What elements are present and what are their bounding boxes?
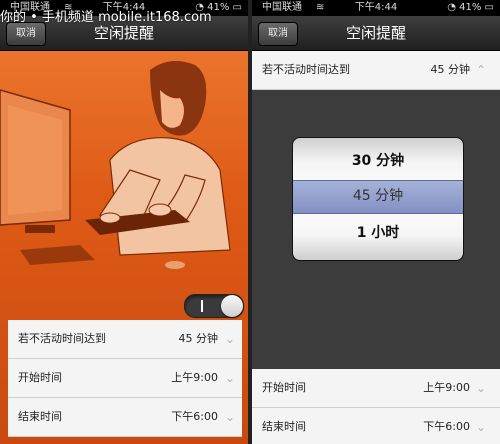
person-at-computer-illustration <box>0 61 231 269</box>
idle-reminder-toggle[interactable] <box>184 294 244 318</box>
row-label: 开始时间 <box>262 381 306 394</box>
picker-option[interactable]: 1 小时 <box>293 214 463 252</box>
left-screen: 中国联通 ≋ 下午4:44 ◔ 41% ▭ 取消 空闲提醒 若不活动时间达到 4… <box>0 0 248 444</box>
row-value: 45 分钟 <box>178 332 219 345</box>
battery-icon: ▭ <box>232 2 242 13</box>
row-value: 上午9:00 <box>423 381 470 394</box>
watermark: 你的 • 手机频道 mobile.it168.com <box>0 10 212 25</box>
row-value: 下午6:00 <box>423 420 470 433</box>
lock-icon: ◔ <box>447 2 456 13</box>
app-screenshot: 你的 • 手机频道 mobile.it168.com 中国联通 ≋ 下午4:44… <box>0 0 500 444</box>
status-bar: 中国联通 ≋ 下午4:44 ◔ 41% ▭ <box>252 0 500 16</box>
list-item-inactive-duration[interactable]: 若不活动时间达到 45 分钟 ⌄ <box>8 320 242 359</box>
chevron-up-icon: ⌃ <box>475 63 486 77</box>
row-value: 下午6:00 <box>171 410 218 423</box>
chevron-down-icon: ⌄ <box>224 332 235 346</box>
list-item-end-time[interactable]: 结束时间 下午6:00 ⌄ <box>252 408 500 444</box>
right-screen: 中国联通 ≋ 下午4:44 ◔ 41% ▭ 取消 空闲提醒 若不活动时间达到 4… <box>252 0 500 444</box>
battery-icon: ▭ <box>484 2 494 13</box>
list-item-end-time[interactable]: 结束时间 下午6:00 ⌄ <box>8 398 242 437</box>
chevron-down-icon: ⌄ <box>475 381 486 395</box>
chevron-down-icon: ⌄ <box>224 371 235 385</box>
row-label: 若不活动时间达到 <box>262 63 350 76</box>
row-label: 开始时间 <box>18 371 62 384</box>
row-label: 结束时间 <box>18 410 62 423</box>
toggle-knob <box>221 295 243 317</box>
chevron-down-icon: ⌄ <box>224 410 235 424</box>
row-label: 若不活动时间达到 <box>18 332 106 345</box>
toggle-on-mark <box>201 300 203 312</box>
page-title: 空闲提醒 <box>345 24 406 42</box>
battery-indicator: ◔ 41% ▭ <box>447 0 494 16</box>
picker-selected-option[interactable]: 45 分钟 <box>293 180 463 212</box>
row-label: 结束时间 <box>262 420 306 433</box>
row-value: 45 分钟 <box>430 63 471 76</box>
list-item-start-time[interactable]: 开始时间 上午9:00 ⌄ <box>252 369 500 408</box>
list-item-start-time[interactable]: 开始时间 上午9:00 ⌄ <box>8 359 242 398</box>
battery-percent: 41% <box>459 2 482 13</box>
list-item-inactive-duration[interactable]: 若不活动时间达到 45 分钟 ⌃ <box>252 51 500 90</box>
navbar: 取消 空闲提醒 <box>252 16 500 51</box>
picker-option[interactable]: 30 分钟 <box>293 142 463 180</box>
row-value: 上午9:00 <box>171 371 218 384</box>
chevron-down-icon: ⌄ <box>475 420 486 434</box>
duration-picker[interactable]: 30 分钟 45 分钟 1 小时 <box>292 137 464 261</box>
settings-list: 若不活动时间达到 45 分钟 ⌄ 开始时间 上午9:00 ⌄ 结束时间 下午6:… <box>8 320 242 437</box>
